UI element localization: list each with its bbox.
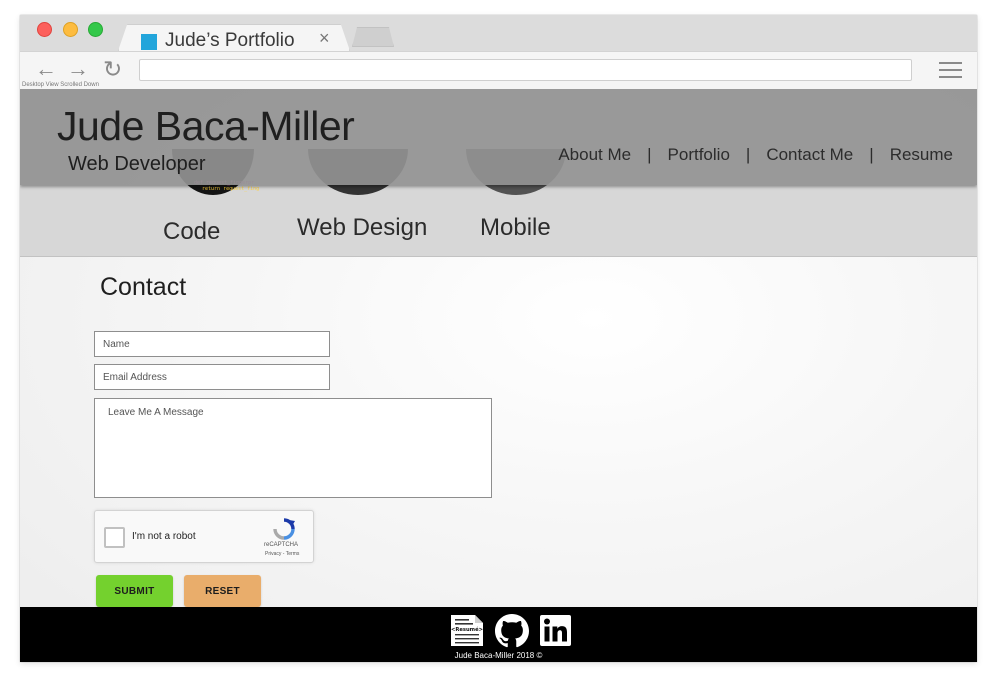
nav-contact-me[interactable]: Contact Me <box>766 145 853 165</box>
linkedin-icon[interactable] <box>540 615 571 646</box>
forward-arrow-icon[interactable]: → <box>67 55 89 83</box>
favicon-icon <box>141 34 157 50</box>
browser-tab[interactable]: Jude’s Portfolio × <box>118 24 350 51</box>
nav-separator: | <box>647 145 652 164</box>
new-tab-button[interactable] <box>352 27 394 47</box>
name-input[interactable] <box>94 331 330 357</box>
close-window-button[interactable] <box>37 22 52 37</box>
back-arrow-icon[interactable]: ← <box>35 55 57 83</box>
address-bar[interactable] <box>139 59 912 81</box>
contact-heading: Contact <box>100 273 187 301</box>
nav-about-me[interactable]: About Me <box>558 145 631 165</box>
page-viewport[interactable]: def request_fingerpr return request_fing… <box>20 89 977 662</box>
recaptcha-logo-icon <box>273 518 295 540</box>
message-textarea[interactable] <box>94 398 492 498</box>
browser-window: Jude’s Portfolio × ← → ↻ Desktop View Sc… <box>20 15 977 662</box>
tab-close-icon[interactable]: × <box>319 28 330 49</box>
site-title[interactable]: Jude Baca-Miller <box>57 103 355 150</box>
recaptcha-label: I'm not a robot <box>132 531 196 542</box>
site-subtitle: Web Developer <box>68 153 206 175</box>
site-header: Jude Baca-Miller Web Developer About Me … <box>20 89 977 185</box>
nav-separator: | <box>869 145 874 164</box>
service-label-mobile: Mobile <box>480 214 551 241</box>
recaptcha-links[interactable]: Privacy - Terms <box>265 551 299 557</box>
recaptcha-checkbox[interactable] <box>104 527 125 548</box>
tab-bar: Jude’s Portfolio × <box>20 15 977 51</box>
tab-title: Jude’s Portfolio <box>165 30 295 51</box>
site-footer: <Resumé> Jude Baca-Miller 2018 © <box>20 607 977 662</box>
recaptcha-widget: I'm not a robot reCAPTCHA Privacy - Term… <box>94 510 314 563</box>
resume-icon[interactable]: <Resumé> <box>449 614 485 647</box>
screenshot-caption: Desktop View Scrolled Down <box>22 82 99 88</box>
service-label-code: Code <box>163 218 221 245</box>
recaptcha-brand: reCAPTCHA <box>264 542 299 548</box>
nav-resume[interactable]: Resume <box>890 145 953 165</box>
resume-icon-text: <Resumé> <box>451 626 483 633</box>
service-label-web-design: Web Design <box>297 214 428 241</box>
minimize-window-button[interactable] <box>63 22 78 37</box>
nav-portfolio[interactable]: Portfolio <box>668 145 730 165</box>
main-nav: About Me | Portfolio | Contact Me | Resu… <box>558 145 953 165</box>
reset-button[interactable]: RESET <box>184 575 261 607</box>
copyright-text: Jude Baca-Miller 2018 © <box>454 651 543 660</box>
email-input[interactable] <box>94 364 330 390</box>
github-icon[interactable] <box>495 614 529 648</box>
hamburger-menu-icon[interactable] <box>939 62 962 78</box>
submit-button[interactable]: SUBMIT <box>96 575 173 607</box>
browser-toolbar: ← → ↻ Desktop View Scrolled Down <box>20 51 977 89</box>
reload-icon[interactable]: ↻ <box>103 55 122 83</box>
nav-separator: | <box>745 145 751 164</box>
maximize-window-button[interactable] <box>88 22 103 37</box>
code-decoration: return request_fing <box>202 186 260 192</box>
